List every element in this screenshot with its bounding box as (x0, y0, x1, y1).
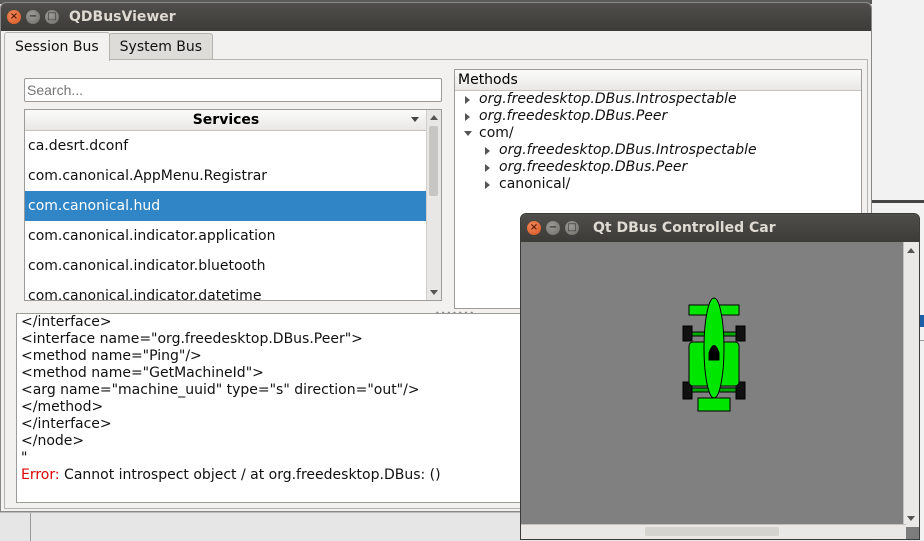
expand-arrow-icon[interactable] (465, 96, 470, 104)
services-scrollbar[interactable] (426, 110, 441, 300)
services-header-label: Services (192, 112, 260, 128)
car-graphic (682, 297, 746, 412)
service-item[interactable]: com.canonical.indicator.datetime (25, 281, 427, 300)
tree-item-label: org.freedesktop.DBus.Introspectable (479, 91, 737, 107)
tree-item-label: org.freedesktop.DBus.Peer (479, 108, 668, 124)
error-message: Cannot introspect object / at org.freede… (59, 467, 441, 483)
minimize-icon[interactable]: − (26, 10, 40, 24)
background-link-fragment (920, 315, 924, 327)
window-titlebar[interactable]: × − □ Qt DBus Controlled Car (521, 214, 919, 242)
scroll-up-icon[interactable] (907, 248, 915, 253)
scroll-down-icon[interactable] (907, 516, 915, 521)
sort-arrow-icon (411, 117, 419, 122)
wheel (682, 325, 693, 342)
expand-arrow-icon[interactable] (485, 181, 490, 189)
tree-item-label: com/ (479, 125, 514, 141)
tree-item[interactable]: org.freedesktop.DBus.Peer (455, 159, 861, 176)
expand-arrow-icon[interactable] (465, 113, 470, 121)
collapse-arrow-icon[interactable] (464, 131, 472, 136)
rear-wing (697, 397, 731, 412)
wheel (735, 325, 746, 342)
expand-arrow-icon[interactable] (485, 147, 490, 155)
methods-tree-body: org.freedesktop.DBus.Introspectable org.… (455, 91, 861, 193)
scroll-thumb[interactable] (429, 126, 438, 196)
tree-item-label: canonical/ (499, 176, 571, 192)
service-item[interactable]: com.canonical.AppMenu.Registrar (25, 161, 427, 191)
services-header[interactable]: Services (25, 110, 427, 131)
car-vertical-scrollbar[interactable] (903, 242, 919, 527)
tree-item[interactable]: org.freedesktop.DBus.Peer (455, 108, 861, 125)
scroll-down-icon[interactable] (430, 290, 438, 295)
window-title: Qt DBus Controlled Car (593, 220, 776, 236)
window-titlebar[interactable]: × − □ QDBusViewer (1, 3, 871, 31)
car-icon (682, 297, 746, 412)
car-horizontal-scrollbar[interactable] (521, 524, 906, 539)
close-icon[interactable]: × (7, 10, 21, 24)
tree-item[interactable]: org.freedesktop.DBus.Introspectable (455, 91, 861, 108)
service-item[interactable]: com.canonical.indicator.application (25, 221, 427, 251)
expand-arrow-icon[interactable] (485, 164, 490, 172)
methods-header[interactable]: Methods (455, 70, 861, 91)
tab-session-bus[interactable]: Session Bus (4, 32, 110, 61)
service-item[interactable]: com.canonical.indicator.bluetooth (25, 251, 427, 281)
window-title: QDBusViewer (69, 9, 176, 25)
tree-item-label: org.freedesktop.DBus.Introspectable (499, 142, 757, 158)
service-item[interactable]: ca.desrt.dconf (25, 131, 427, 161)
tree-item[interactable]: canonical/ (455, 176, 861, 193)
error-label: Error: (21, 467, 60, 483)
services-list: Services ca.desrt.dconf com.canonical.Ap… (24, 109, 442, 301)
service-item-selected[interactable]: com.canonical.hud (25, 191, 427, 221)
tree-item[interactable]: org.freedesktop.DBus.Introspectable (455, 142, 861, 159)
maximize-icon[interactable]: □ (45, 10, 59, 24)
search-input[interactable] (24, 78, 442, 102)
close-icon[interactable]: × (527, 221, 541, 235)
minimize-icon[interactable]: − (546, 221, 560, 235)
tab-system-bus[interactable]: System Bus (108, 33, 214, 60)
maximize-icon[interactable]: □ (565, 221, 579, 235)
scroll-up-icon[interactable] (430, 115, 438, 120)
tree-item[interactable]: com/ (455, 125, 861, 142)
scroll-thumb[interactable] (645, 527, 779, 536)
car-canvas (521, 242, 905, 527)
background-divider (30, 513, 31, 541)
bus-tabs: Session Bus System Bus (4, 32, 214, 61)
tree-item-label: org.freedesktop.DBus.Peer (499, 159, 688, 175)
car-window: × − □ Qt DBus Controlled Car (520, 213, 920, 540)
background-divider (872, 200, 924, 203)
